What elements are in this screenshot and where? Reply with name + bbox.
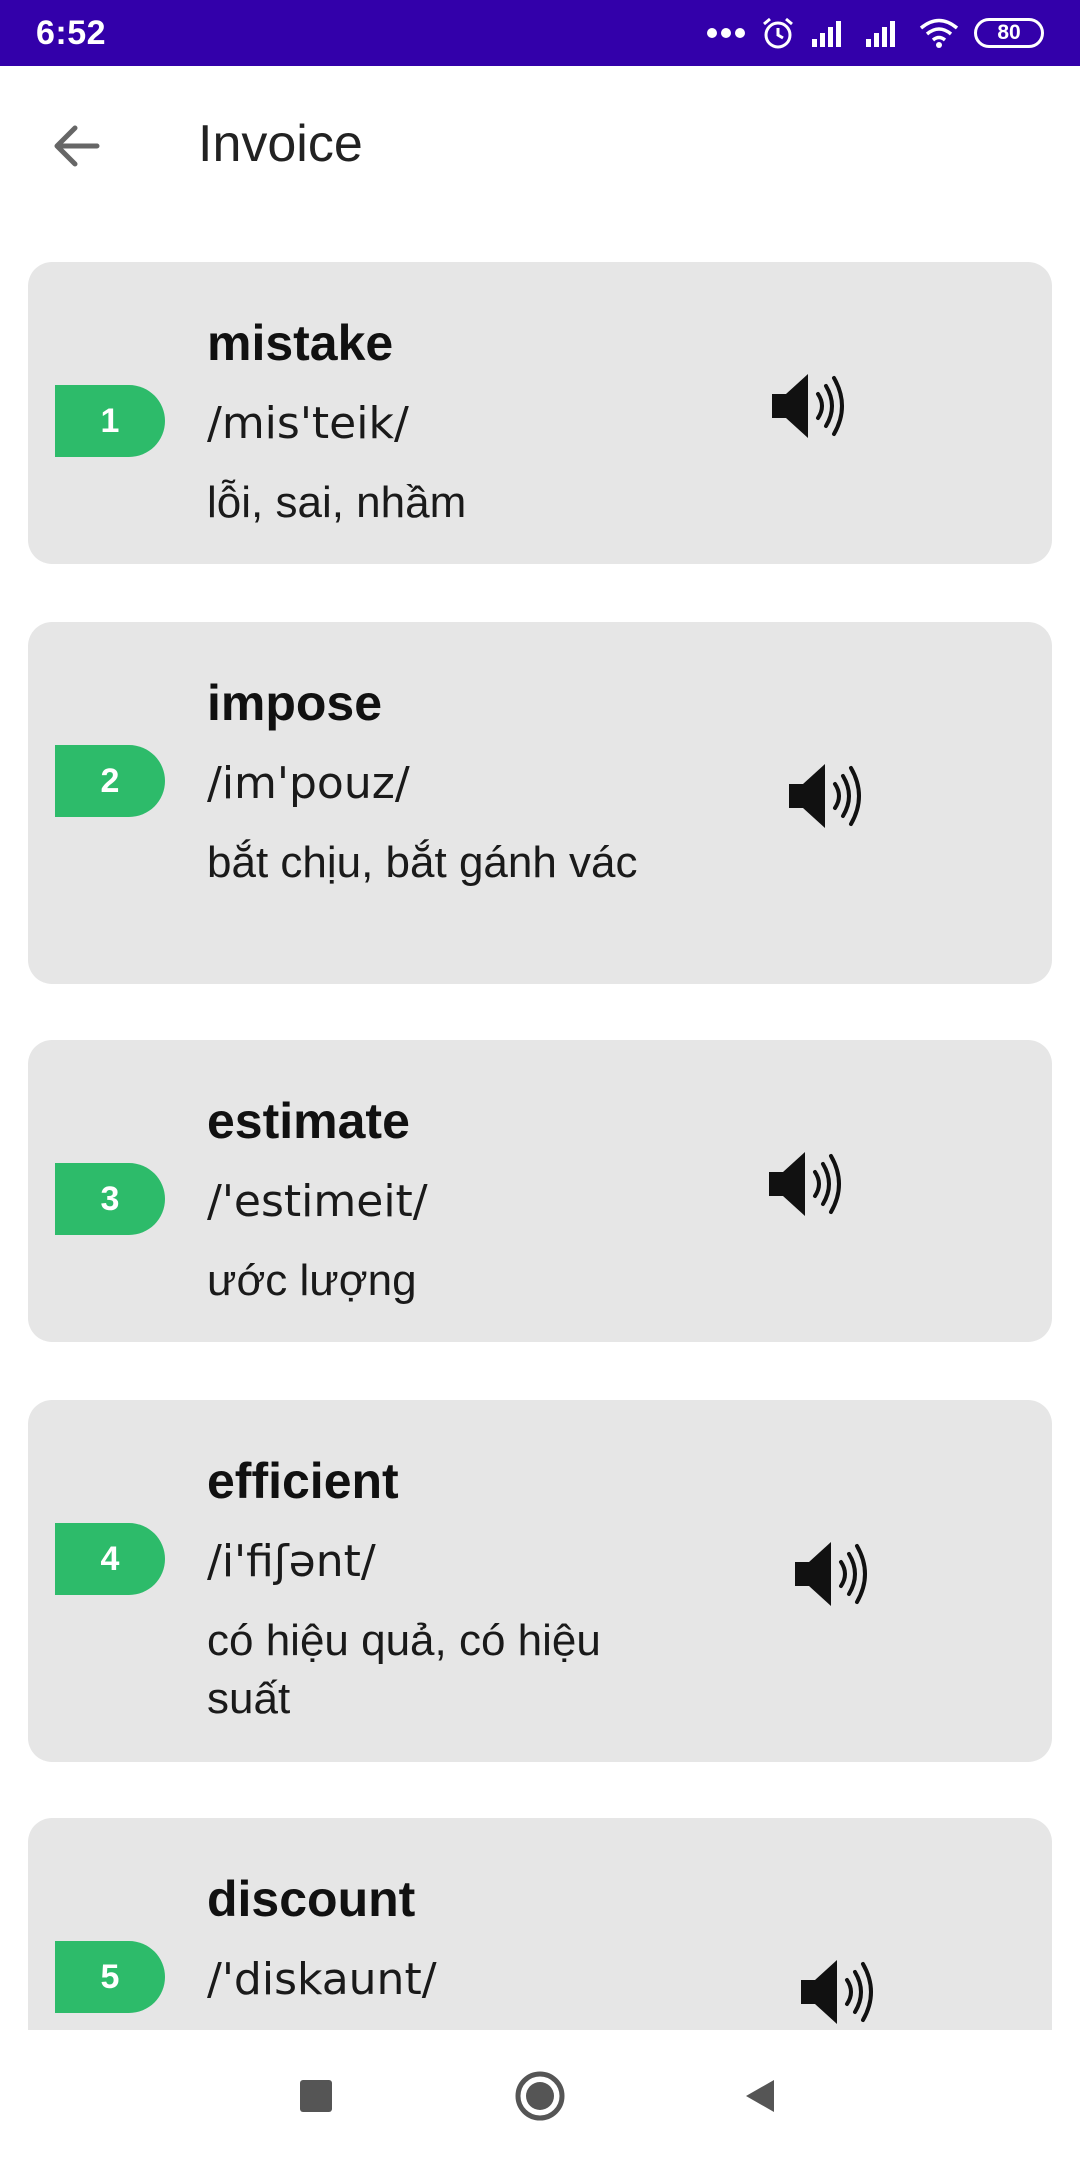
word-card[interactable]: 2 impose /im'pouz/ bắt chịu, bắt gánh vá… bbox=[28, 622, 1052, 984]
play-audio-button[interactable] bbox=[786, 1536, 882, 1616]
phonetic-text: /i'fiʃənt/ bbox=[207, 1536, 376, 1587]
phonetic-text: /mis'teik/ bbox=[207, 398, 409, 449]
recents-button[interactable] bbox=[276, 2058, 356, 2138]
word-text: efficient bbox=[207, 1453, 399, 1509]
status-time: 6:52 bbox=[36, 13, 107, 52]
battery-icon: 80 bbox=[974, 18, 1044, 48]
word-text: estimate bbox=[207, 1093, 410, 1149]
word-card[interactable]: 4 efficient /i'fiʃənt/ có hiệu quả, có h… bbox=[28, 1400, 1052, 1762]
wifi-icon bbox=[918, 17, 960, 49]
home-circle-icon bbox=[514, 2070, 566, 2127]
speaker-icon bbox=[763, 1146, 853, 1227]
back-triangle-icon bbox=[740, 2076, 780, 2121]
phonetic-text: /'diskaunt/ bbox=[207, 1954, 437, 2005]
index-badge: 2 bbox=[55, 745, 165, 817]
play-audio-button[interactable] bbox=[763, 368, 859, 448]
navigation-bar bbox=[0, 2030, 1080, 2160]
play-audio-button[interactable] bbox=[760, 1146, 856, 1226]
index-badge: 4 bbox=[55, 1523, 165, 1595]
status-icons: 80 bbox=[706, 15, 1044, 51]
word-text: impose bbox=[207, 675, 383, 731]
index-badge: 1 bbox=[55, 385, 165, 457]
word-text: mistake bbox=[207, 315, 394, 371]
meaning-text: lỗi, sai, nhầm bbox=[207, 478, 467, 527]
index-badge: 3 bbox=[55, 1163, 165, 1235]
signal-icon bbox=[810, 17, 850, 49]
phonetic-text: /'estimeit/ bbox=[207, 1176, 428, 1227]
index-badge: 5 bbox=[55, 1941, 165, 2013]
word-card[interactable]: 1 mistake /mis'teik/ lỗi, sai, nhầm bbox=[28, 262, 1052, 564]
meaning-text: có hiệu quả, có hiệu suất bbox=[207, 1616, 601, 1723]
speaker-icon bbox=[783, 758, 873, 839]
status-bar: 6:52 80 bbox=[0, 0, 1080, 66]
speaker-icon bbox=[795, 1954, 885, 2035]
play-audio-button[interactable] bbox=[780, 758, 876, 838]
screen: 6:52 80 Invoice 1 mistake /mis'teik/ lỗi… bbox=[0, 0, 1080, 2160]
back-button[interactable] bbox=[36, 108, 116, 188]
play-audio-button[interactable] bbox=[792, 1954, 888, 2034]
recents-square-icon bbox=[298, 2078, 334, 2119]
arrow-left-icon bbox=[51, 124, 101, 173]
speaker-icon bbox=[789, 1536, 879, 1617]
word-card[interactable]: 3 estimate /'estimeit/ ước lượng bbox=[28, 1040, 1052, 1342]
meaning-text: ước lượng bbox=[207, 1256, 417, 1305]
home-button[interactable] bbox=[500, 2058, 580, 2138]
speaker-icon bbox=[766, 368, 856, 449]
app-bar: Invoice bbox=[0, 66, 1080, 226]
page-title: Invoice bbox=[198, 115, 363, 173]
phonetic-text: /im'pouz/ bbox=[207, 758, 410, 809]
word-text: discount bbox=[207, 1871, 416, 1927]
signal-icon bbox=[864, 17, 904, 49]
alarm-icon bbox=[760, 15, 796, 51]
system-back-button[interactable] bbox=[720, 2058, 800, 2138]
more-dots-icon bbox=[706, 26, 746, 40]
meaning-text: bắt chịu, bắt gánh vác bbox=[207, 838, 638, 887]
